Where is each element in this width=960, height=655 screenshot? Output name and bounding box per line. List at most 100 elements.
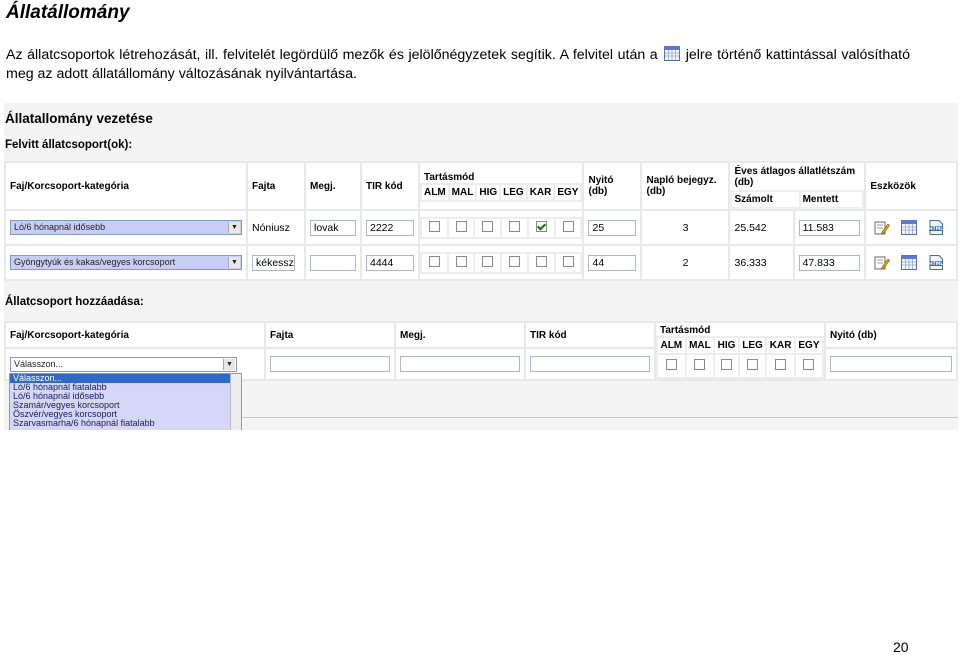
row1-log-cell: 3 (642, 211, 729, 244)
table-row: Gyöngytyúk és kakas/vegyes korcsoport ▼ k… (6, 246, 956, 279)
add-note-input[interactable] (400, 356, 520, 372)
add-housing-code-leg: LEG (739, 338, 766, 353)
row2-opening-input[interactable]: 44 (588, 254, 637, 271)
row1-breed-cell: Nóniusz (248, 211, 304, 244)
chevron-down-icon: ▼ (223, 358, 235, 370)
row1-calculated-value: 25.542 (734, 221, 767, 234)
table-row: Ló/6 hónapnál idősebb ▼ Nóniusz lovak 222… (6, 211, 956, 244)
row1-checkbox-hig[interactable] (482, 220, 494, 232)
dropdown-option[interactable]: Szarvasmarha/6 hónapnál fiatalabb (10, 419, 241, 428)
row2-category-cell: Gyöngytyúk és kakas/vegyes korcsoport ▼ (6, 246, 246, 279)
add-group-table: Faj/Korcsoport-kategória Fajta Megj. TIR… (4, 321, 958, 381)
add-group-heading: Állatcsoport hozzáadása: (5, 296, 144, 308)
row2-tir-input[interactable]: 4444 (366, 254, 414, 271)
col-saved-header: Mentett (800, 191, 863, 207)
add-checkbox-mal[interactable] (694, 359, 706, 370)
screenshot-panel: Állatallomány vezetése Felvitt állatcsop… (4, 103, 958, 430)
row2-checkbox-alm[interactable] (428, 255, 440, 267)
add-note-cell (396, 349, 524, 379)
add-checkbox-kar[interactable] (775, 359, 787, 370)
row2-log-value: 2 (682, 256, 689, 269)
add-checkbox-hig[interactable] (721, 359, 733, 370)
row1-housing-cell (420, 211, 583, 244)
col-breed-header: Fajta (248, 163, 304, 209)
row1-tir-input[interactable]: 2222 (366, 219, 414, 236)
intro-text-1: Az állatcsoportok létrehozását, ill. fel… (6, 47, 658, 63)
log-label-line1: Napló bejegyz. (646, 175, 717, 186)
intro-paragraph: Az állatcsoportok létrehozását, ill. fel… (6, 46, 910, 84)
row1-checkbox-alm[interactable] (428, 220, 440, 232)
row2-tir-cell: 4444 (362, 246, 418, 279)
calendar-icon[interactable] (901, 255, 918, 270)
row1-note-input[interactable]: lovak (310, 219, 356, 236)
col-housing-header: Tartásmód ALM MAL HIG LEG KAR EGY (420, 163, 583, 209)
row2-checkbox-leg[interactable] (509, 255, 521, 267)
row1-opening-cell: 25 (584, 211, 641, 244)
add-col-housing: Tartásmód ALM MAL HIG LEG KAR EGY (656, 323, 824, 379)
housing-code-leg: LEG (501, 185, 526, 200)
row1-checkbox-kar[interactable] (535, 220, 547, 232)
edit-pencil-icon[interactable] (874, 220, 891, 235)
row2-breed-cell: kékesszü (248, 246, 304, 279)
row2-checkbox-mal[interactable] (455, 255, 467, 267)
dropdown-scrollbar[interactable] (230, 374, 241, 430)
add-breed-cell (266, 349, 394, 379)
housing-code-mal: MAL (449, 185, 476, 200)
row1-breed-value: Nóniusz (252, 221, 290, 234)
edit-pencil-icon[interactable] (874, 255, 891, 270)
calendar-icon (663, 46, 680, 61)
row1-checkbox-mal[interactable] (455, 220, 467, 232)
row2-checkbox-kar[interactable] (535, 255, 547, 267)
add-breed-input[interactable] (270, 356, 390, 372)
add-opening-input[interactable] (830, 356, 952, 372)
add-col-breed-header: Fajta (266, 323, 394, 347)
row2-checkbox-egy[interactable] (562, 255, 574, 267)
row2-category-select[interactable]: Gyöngytyúk és kakas/vegyes korcsoport ▼ (10, 255, 242, 270)
row2-calculated-value: 36.333 (734, 256, 767, 269)
row1-saved-input[interactable]: 11.583 (798, 219, 861, 236)
row1-category-value: Ló/6 hónapnál idősebb (14, 222, 106, 232)
add-col-category-header: Faj/Korcsoport-kategória (6, 323, 264, 347)
yearly-label-line1: Éves átlagos állatlétszám (734, 165, 856, 177)
svg-text:HTML: HTML (929, 226, 943, 232)
row1-checkbox-leg[interactable] (509, 220, 521, 232)
row2-housing-cell (420, 246, 583, 279)
add-housing-code-hig: HIG (715, 338, 738, 353)
row2-note-input[interactable] (310, 254, 356, 271)
add-tir-cell (526, 349, 654, 379)
row2-saved-input[interactable]: 47.833 (798, 254, 861, 271)
row2-log-cell: 2 (642, 246, 729, 279)
row2-saved-cell: 47.833 (794, 246, 865, 279)
add-category-value: Válasszon... (14, 358, 64, 369)
add-checkbox-egy[interactable] (803, 359, 815, 370)
yearly-label-line2: (db) (734, 176, 754, 188)
row2-tools-cell: HTML (866, 246, 956, 279)
chevron-down-icon: ▼ (228, 222, 240, 233)
row2-checkbox-hig[interactable] (482, 255, 494, 267)
existing-groups-table: Faj/Korcsoport-kategória Fajta Megj. TIR… (4, 161, 958, 281)
row2-category-value: Gyöngytyúk és kakas/vegyes korcsoport (14, 257, 176, 267)
html-export-icon[interactable]: HTML (928, 255, 944, 270)
add-tir-input[interactable] (530, 356, 650, 372)
html-export-icon[interactable]: HTML (928, 220, 944, 235)
add-checkbox-leg[interactable] (747, 359, 759, 370)
add-checkbox-alm[interactable] (665, 359, 677, 370)
divider (240, 417, 958, 418)
row2-breed-input[interactable]: kékesszü (252, 254, 295, 271)
row1-opening-input[interactable]: 25 (588, 219, 637, 236)
add-col-note-header: Megj. (396, 323, 524, 347)
add-opening-cell (826, 349, 956, 379)
row1-category-select[interactable]: Ló/6 hónapnál idősebb ▼ (10, 220, 242, 235)
row1-tir-cell: 2222 (362, 211, 418, 244)
row1-checkbox-egy[interactable] (562, 220, 574, 232)
col-note-header: Megj. (306, 163, 360, 209)
add-housing-code-kar: KAR (767, 338, 794, 353)
add-category-select[interactable]: Válasszon... ▼ (10, 356, 237, 372)
col-tools-header: Eszközök (866, 163, 956, 209)
housing-code-row: ALM MAL HIG LEG KAR EGY (420, 183, 583, 202)
screenshot-heading: Állatallomány vezetése (5, 111, 153, 126)
housing-label: Tartásmód (424, 172, 475, 183)
row2-note-cell (306, 246, 360, 279)
add-housing-code-alm: ALM (658, 338, 685, 353)
calendar-icon[interactable] (901, 220, 918, 235)
